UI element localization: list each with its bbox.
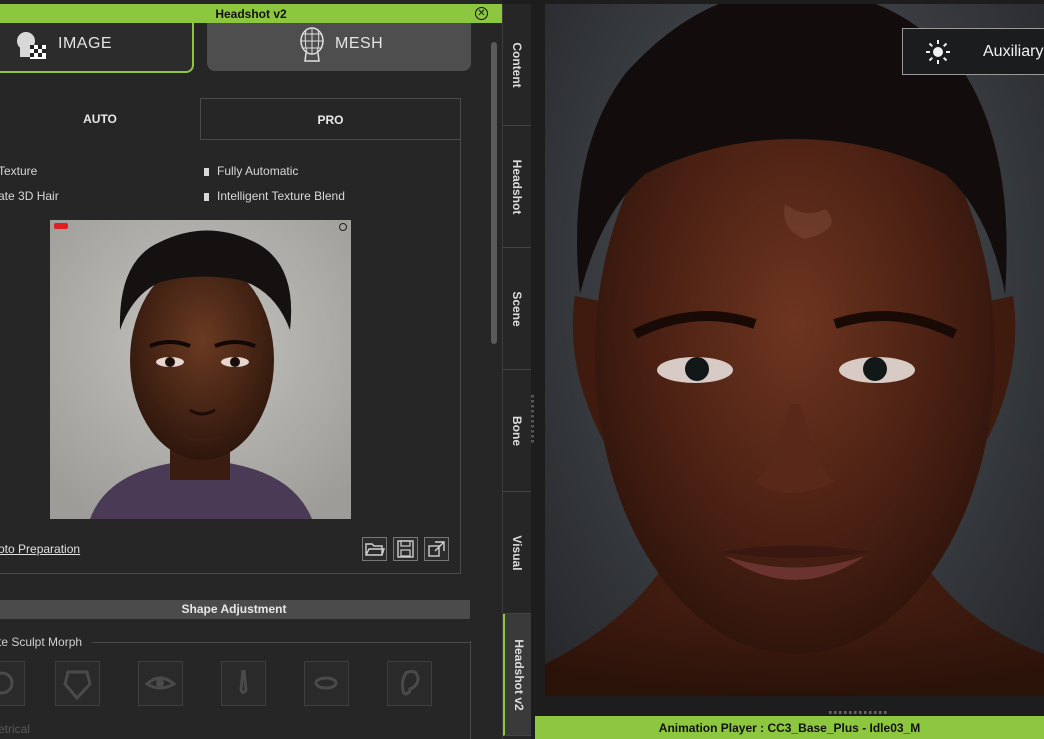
morph-mouth-button[interactable]: [304, 661, 349, 706]
save-icon: [397, 540, 414, 558]
morph-face-button[interactable]: [55, 661, 100, 706]
side-tab-visual-label: Visual: [510, 534, 524, 571]
head-shape-icon: [0, 671, 14, 695]
mesh-mode-button[interactable]: MESH: [207, 23, 471, 71]
mesh-mode-label: MESH: [335, 35, 384, 52]
side-tab-bone[interactable]: Bone: [503, 370, 531, 492]
morph-ear-button[interactable]: [387, 661, 432, 706]
side-tab-headshot-v2[interactable]: Headshot v2: [503, 614, 533, 736]
folder-open-icon: [365, 543, 385, 556]
symmetrical-label[interactable]: etrical: [0, 722, 30, 736]
shape-adjustment-header[interactable]: Shape Adjustment: [0, 600, 470, 619]
record-badge: [54, 223, 68, 229]
side-tab-visual[interactable]: Visual: [503, 492, 531, 614]
panel-title-bar: Headshot v2 ✕: [0, 4, 502, 23]
option-3d-hair[interactable]: ate 3D Hair: [0, 189, 59, 203]
open-folder-button[interactable]: [362, 537, 387, 561]
side-tab-scene-label: Scene: [510, 290, 524, 327]
side-tab-scene[interactable]: Scene: [503, 248, 531, 370]
mesh-head-icon: [300, 27, 324, 62]
tab-auto[interactable]: AUTO: [0, 98, 200, 138]
side-tab-content-label: Content: [510, 41, 524, 88]
sculpt-morph-label: te Sculpt Morph: [0, 635, 83, 649]
option-texture[interactable]: Texture: [0, 164, 37, 178]
bottom-resize-grip[interactable]: [829, 711, 887, 714]
photo-preparation-link[interactable]: oto Preparation: [0, 542, 80, 556]
panel-title: Headshot v2: [215, 7, 287, 21]
save-button[interactable]: [393, 537, 418, 561]
option-fully-automatic[interactable]: Fully Automatic: [204, 164, 298, 178]
side-tab-bone-label: Bone: [510, 415, 524, 446]
source-photo[interactable]: [50, 220, 351, 519]
panel-scrollbar[interactable]: [491, 42, 497, 344]
character-head-render: [545, 4, 1044, 696]
close-icon[interactable]: [339, 223, 347, 231]
headshot-panel: Headshot v2 ✕ IMAGE MESH AUTO PRO Textur: [0, 0, 502, 739]
auxiliary-button[interactable]: Auxiliary: [902, 28, 1044, 75]
side-tab-headshot[interactable]: Headshot: [503, 126, 531, 248]
mode-tabs: AUTO PRO: [0, 98, 461, 140]
group-divider: [92, 642, 470, 643]
option-texture-label: Texture: [0, 164, 38, 178]
checkbox-indicator: [204, 168, 209, 176]
eye-icon: [144, 676, 177, 690]
close-icon[interactable]: ✕: [475, 7, 488, 20]
side-tab-strip: Content Headshot Scene Bone Visual Heads…: [502, 4, 533, 739]
option-texture-blend-label: Intelligent Texture Blend: [217, 189, 345, 203]
resize-grip[interactable]: [531, 395, 534, 445]
auxiliary-label: Auxiliary: [983, 43, 1044, 60]
option-fully-automatic-label: Fully Automatic: [217, 164, 299, 178]
side-tab-content[interactable]: Content: [503, 4, 531, 126]
mouth-icon: [314, 676, 338, 690]
side-tab-headshot-v2-label: Headshot v2: [512, 638, 526, 711]
ear-icon: [400, 669, 420, 696]
morph-eye-button[interactable]: [138, 661, 183, 706]
option-texture-blend[interactable]: Intelligent Texture Blend: [204, 189, 345, 203]
portrait-image: [50, 220, 351, 519]
nose-icon: [239, 669, 248, 694]
morph-head-button[interactable]: [0, 661, 25, 706]
sun-icon: [926, 40, 950, 64]
checkbox-indicator: [204, 193, 209, 201]
option-3d-hair-label: ate 3D Hair: [0, 189, 59, 203]
export-button[interactable]: [424, 537, 449, 561]
export-icon: [428, 541, 445, 557]
animation-player-bar[interactable]: Animation Player : CC3_Base_Plus - Idle0…: [535, 716, 1044, 739]
morph-nose-button[interactable]: [221, 661, 266, 706]
animation-player-status: Animation Player : CC3_Base_Plus - Idle0…: [658, 721, 921, 735]
tab-pro[interactable]: PRO: [200, 98, 461, 140]
face-mesh-icon: [63, 670, 92, 701]
headshot-image-icon: [17, 32, 46, 59]
side-tab-headshot-label: Headshot: [510, 159, 524, 214]
image-mode-label: IMAGE: [58, 35, 113, 52]
image-mode-button[interactable]: IMAGE: [0, 23, 194, 73]
panel-divider: [531, 0, 545, 739]
3d-viewport[interactable]: Auxiliary: [545, 4, 1044, 696]
